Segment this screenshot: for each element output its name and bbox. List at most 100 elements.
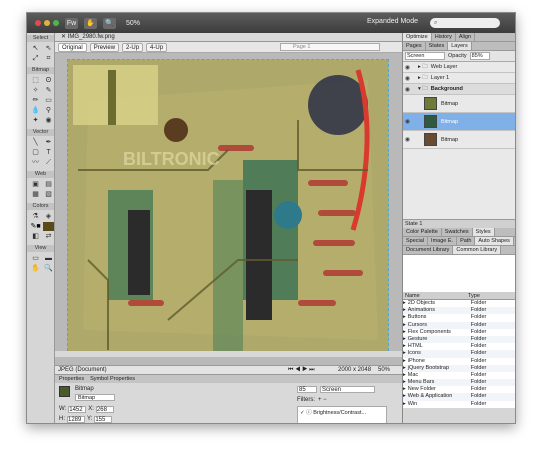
layer-row[interactable]: ◉ ▾ 🗀 Background [403, 84, 515, 95]
tab-states[interactable]: States [426, 42, 449, 50]
freeform-tool-icon[interactable]: 〰 [30, 158, 41, 167]
pencil-tool-icon[interactable]: ✏ [30, 96, 41, 105]
brush-tool-icon[interactable]: ✎ [43, 86, 54, 95]
eyedropper-tool-icon[interactable]: ⚗ [30, 212, 41, 221]
eye-icon[interactable]: ◉ [403, 64, 412, 71]
eye-icon[interactable]: ◉ [403, 136, 412, 143]
object-name-input[interactable]: Bitmap [75, 394, 115, 401]
list-item[interactable]: ▸ Menu Bars Folder [403, 379, 515, 387]
list-item[interactable]: ▸ Web & Application Folder [403, 393, 515, 401]
tab-layers[interactable]: Layers [448, 42, 472, 50]
tab-special[interactable]: Special [403, 237, 429, 245]
tab-styles[interactable]: Styles [472, 228, 495, 236]
list-item[interactable]: ▸ Cursors Folder [403, 321, 515, 329]
list-item[interactable]: ▸ Flex Components Folder [403, 328, 515, 336]
zoom-tool-icon[interactable]: 🔍 [43, 264, 54, 273]
filter-check-icon[interactable]: ✓ [300, 410, 305, 416]
tab-document-library[interactable]: Document Library [403, 246, 454, 254]
replace-color-tool-icon[interactable]: ✦ [30, 116, 41, 125]
add-filter-button[interactable]: + − [318, 397, 327, 403]
document-tab[interactable]: ✕ IMG_2980.fw.png [55, 33, 402, 42]
tab-color-palette[interactable]: Color Palette [403, 228, 442, 236]
tab-swatches[interactable]: Swatches [442, 228, 473, 236]
blend-mode-select[interactable]: Screen [320, 386, 375, 393]
stamp-tool-icon[interactable]: ⚲ [43, 106, 54, 115]
red-eye-tool-icon[interactable]: ◉ [43, 116, 54, 125]
view-2up-button[interactable]: 2-Up [122, 42, 144, 52]
width-input[interactable]: 1452 [68, 406, 87, 413]
magnify-icon[interactable]: 🔍 [103, 17, 116, 29]
hand-tool-icon[interactable]: ✋ [30, 264, 41, 273]
search-input[interactable]: ⌕ [430, 18, 500, 28]
layer-row[interactable]: ◉ ▸ 🗀 Layer 1 [403, 73, 515, 84]
column-type[interactable]: Type [468, 292, 480, 299]
full-screen-menus-icon[interactable]: ▬ [43, 254, 54, 263]
standard-screen-icon[interactable]: ▭ [30, 254, 41, 263]
page-select[interactable]: Page 1 [280, 43, 380, 51]
filter-brightness-contrast[interactable]: Brightness/Contrast... [313, 410, 366, 416]
rectangle-tool-icon[interactable]: ▢ [30, 148, 41, 157]
eye-icon[interactable]: ◉ [403, 75, 412, 82]
image-canvas[interactable]: BILTRONIC [67, 59, 389, 356]
tab-align[interactable]: Align [456, 33, 476, 41]
text-tool-icon[interactable]: T [43, 148, 54, 157]
column-name[interactable]: Name [403, 292, 468, 299]
layer-opacity-input[interactable]: 85% [469, 52, 490, 60]
list-item[interactable]: ▸ iPhone Folder [403, 357, 515, 365]
tab-history[interactable]: History [432, 33, 456, 41]
show-slices-icon[interactable]: ▧ [43, 190, 54, 199]
tab-pages[interactable]: Pages [403, 42, 426, 50]
layer-row[interactable]: ◉ Bitmap [403, 113, 515, 131]
list-item[interactable]: ▸ Gesture Folder [403, 335, 515, 344]
frame-controls[interactable]: ⏮ ◀ ▶ ⏭ [288, 367, 338, 374]
paint-bucket-tool-icon[interactable]: ◈ [43, 212, 54, 221]
tab-common-library[interactable]: Common Library [453, 246, 502, 254]
tab-auto-shapes[interactable]: Auto Shapes [475, 237, 514, 245]
y-input[interactable]: 155 [94, 416, 113, 423]
slice-tool-icon[interactable]: ▤ [43, 180, 54, 189]
layer-blend-select[interactable]: Screen [405, 52, 445, 60]
hide-slices-icon[interactable]: ▦ [30, 190, 41, 199]
list-item[interactable]: ▸ HTML Folder [403, 343, 515, 351]
list-item[interactable]: ▸ Buttons Folder [403, 314, 515, 322]
list-item[interactable]: ▸ New Folder Folder [403, 386, 515, 394]
list-item[interactable]: ▸ Mac Folder [403, 371, 515, 380]
zoom-select[interactable]: 50% [126, 20, 168, 27]
close-window-button[interactable] [35, 20, 41, 26]
blur-tool-icon[interactable]: 💧 [30, 106, 41, 115]
opacity-input[interactable]: 85 [297, 386, 317, 393]
status-zoom[interactable]: 50% [378, 367, 390, 373]
list-item[interactable]: ▸ Win Folder [403, 400, 515, 408]
view-4up-button[interactable]: 4-Up [146, 42, 168, 52]
zoom-window-button[interactable] [53, 20, 59, 26]
hand-icon[interactable]: ✋ [84, 17, 97, 29]
stroke-color-swatch[interactable]: ✎■ [30, 222, 41, 231]
fill-color-swatch[interactable] [43, 222, 54, 231]
pen-tool-icon[interactable]: ✒ [43, 138, 54, 147]
eye-icon[interactable]: ◉ [403, 118, 412, 125]
layer-row[interactable]: Bitmap [403, 95, 515, 113]
list-item[interactable]: ▸ Animations Folder [403, 307, 515, 315]
crop-tool-icon[interactable]: ⌗ [43, 54, 54, 63]
list-item[interactable]: ▸ 2D Objects Folder [403, 300, 515, 308]
knife-tool-icon[interactable]: ⟋ [43, 158, 54, 167]
tab-optimize[interactable]: Optimize [403, 33, 432, 41]
eye-icon[interactable]: ◉ [403, 86, 412, 93]
layer-row[interactable]: ◉ Bitmap [403, 131, 515, 149]
default-colors-icon[interactable]: ◧ [30, 232, 41, 241]
x-input[interactable]: 268 [95, 406, 114, 413]
tab-properties[interactable]: Properties [59, 375, 84, 383]
workspace-mode-select[interactable]: Expanded Mode [367, 18, 418, 25]
hotspot-tool-icon[interactable]: ▣ [30, 180, 41, 189]
scale-tool-icon[interactable]: ⤢ [30, 54, 41, 63]
tab-path[interactable]: Path [457, 237, 476, 245]
marquee-tool-icon[interactable]: ⬚ [30, 76, 41, 85]
height-input[interactable]: 1289 [67, 416, 85, 423]
pointer-tool-icon[interactable]: ↖ [30, 44, 41, 53]
subselect-tool-icon[interactable]: ⇖ [43, 44, 54, 53]
wand-tool-icon[interactable]: ✧ [30, 86, 41, 95]
list-item[interactable]: ▸ Icons Folder [403, 350, 515, 358]
state-select[interactable]: State 1 [403, 219, 515, 228]
minimize-window-button[interactable] [44, 20, 50, 26]
layer-row[interactable]: ◉ ▸ 🗀 Web Layer [403, 62, 515, 73]
